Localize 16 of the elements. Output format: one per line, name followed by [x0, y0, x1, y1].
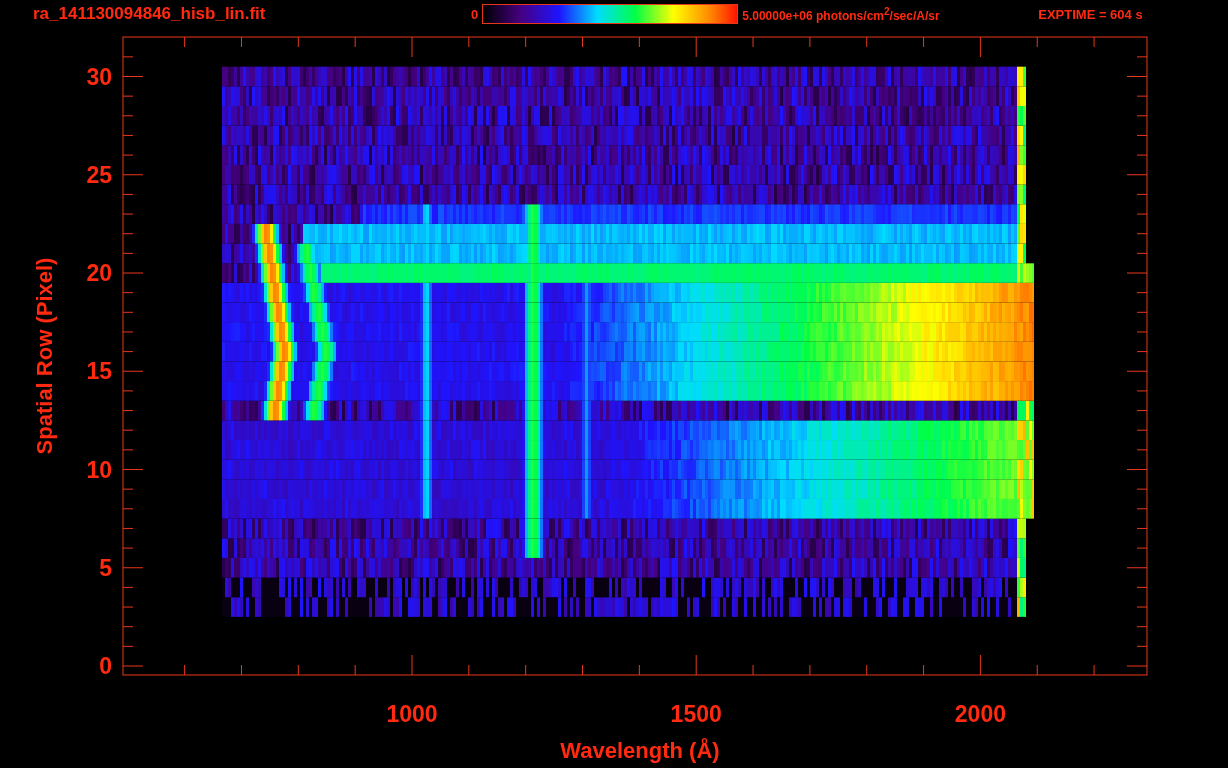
y-tick-label: 25	[86, 161, 112, 188]
y-tick-label: 0	[99, 653, 112, 679]
x-axis-title: Wavelength (Å)	[560, 738, 720, 763]
y-tick-label: 20	[86, 260, 112, 286]
y-tick-label: 10	[86, 456, 112, 483]
x-tick-label: 1000	[386, 701, 438, 727]
colorbar-max-label: 5.00000e+06 photons/cm$^{2}$/sec/A/sr	[742, 5, 941, 23]
colorbar-min-label: 0	[471, 6, 479, 22]
y-tick-label: 30	[86, 63, 112, 90]
y-tick-label: 15	[86, 358, 112, 385]
x-tick-label: 2000	[954, 701, 1006, 727]
y-axis-title: Spatial Row (Pixel)	[32, 257, 57, 455]
y-tick-label: 5	[99, 554, 112, 581]
x-tick-label: 1500	[670, 701, 722, 727]
plot-title: ra_141130094846_hisb_lin.fit	[33, 4, 267, 24]
exposure-time: EXPTIME = 604 s	[1038, 6, 1143, 22]
